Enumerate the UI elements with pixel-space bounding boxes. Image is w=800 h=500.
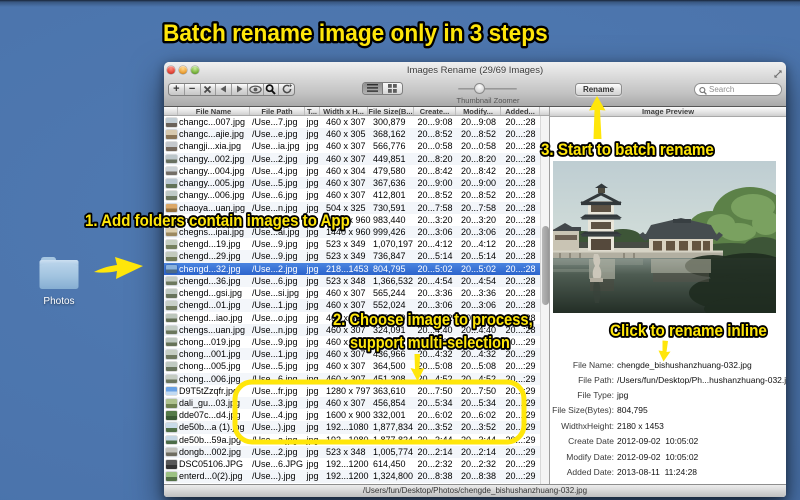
svg-text:Batch rename image only in 3 s: Batch rename image only in 3 steps — [163, 19, 548, 46]
